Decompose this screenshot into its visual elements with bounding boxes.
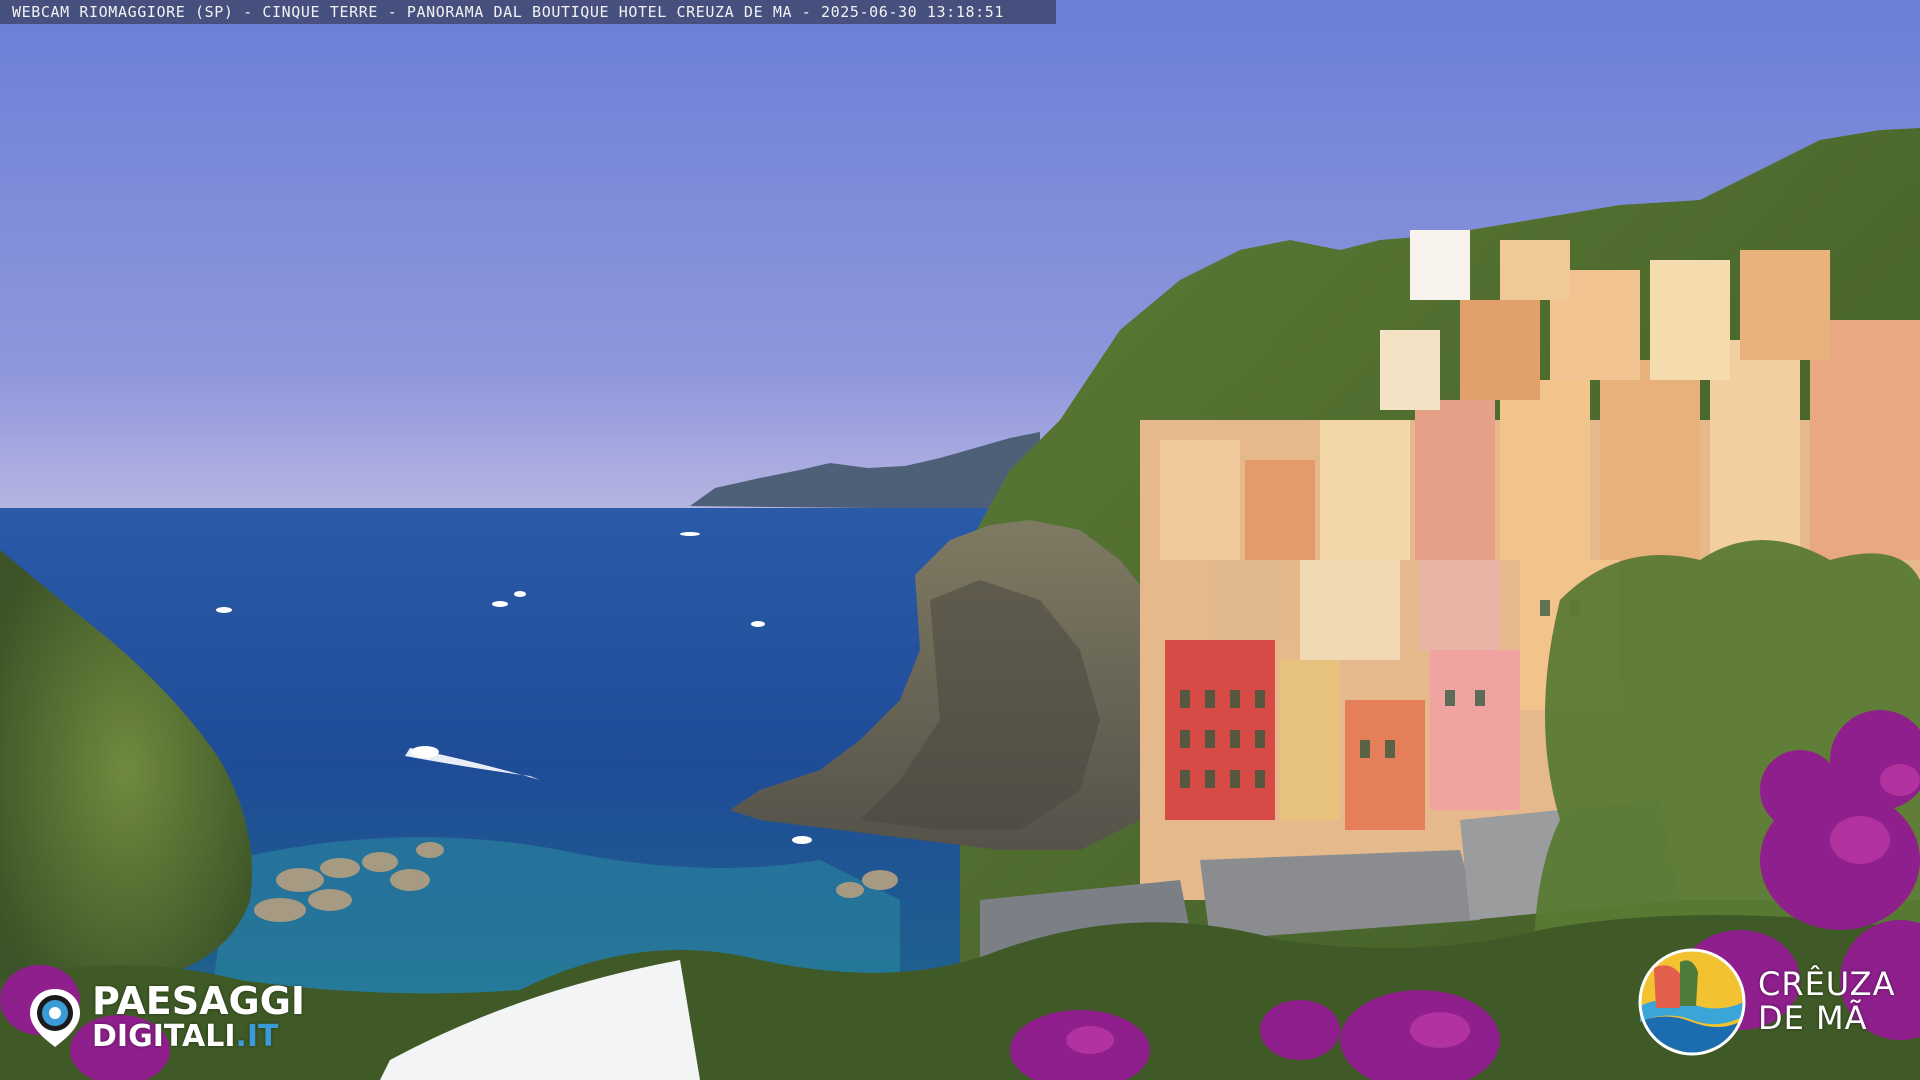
logo-left-line2-suffix: .IT xyxy=(235,1019,279,1054)
logo-left-line2: DIGITALI .IT xyxy=(92,1022,305,1052)
creuza-de-ma-logo[interactable]: CRÊUZA DE MÃ xyxy=(1636,946,1895,1058)
webcam-caption-bar: WEBCAM RIOMAGGIORE (SP) - CINQUE TERRE -… xyxy=(0,0,1056,24)
creuza-emblem-icon xyxy=(1638,948,1746,1056)
logo-right-line2: DE MÃ xyxy=(1758,999,1868,1037)
logo-right-line1: CRÊUZA xyxy=(1758,965,1896,1004)
paesaggi-digitali-logo[interactable]: PAESAGGI DIGITALI .IT xyxy=(26,982,305,1052)
eye-logo-icon xyxy=(30,989,80,1047)
webcam-view: WEBCAM RIOMAGGIORE (SP) - CINQUE TERRE -… xyxy=(0,0,1920,1080)
logo-right-text: CRÊUZA DE MÃ xyxy=(1758,968,1895,1035)
webcam-caption: WEBCAM RIOMAGGIORE (SP) - CINQUE TERRE -… xyxy=(12,3,1004,21)
panorama-image xyxy=(0,0,1920,1080)
logo-left-text: PAESAGGI DIGITALI .IT xyxy=(92,982,305,1052)
logo-left-line1: PAESAGGI xyxy=(92,979,306,1023)
logo-left-line2-word: DIGITALI xyxy=(92,1019,236,1054)
